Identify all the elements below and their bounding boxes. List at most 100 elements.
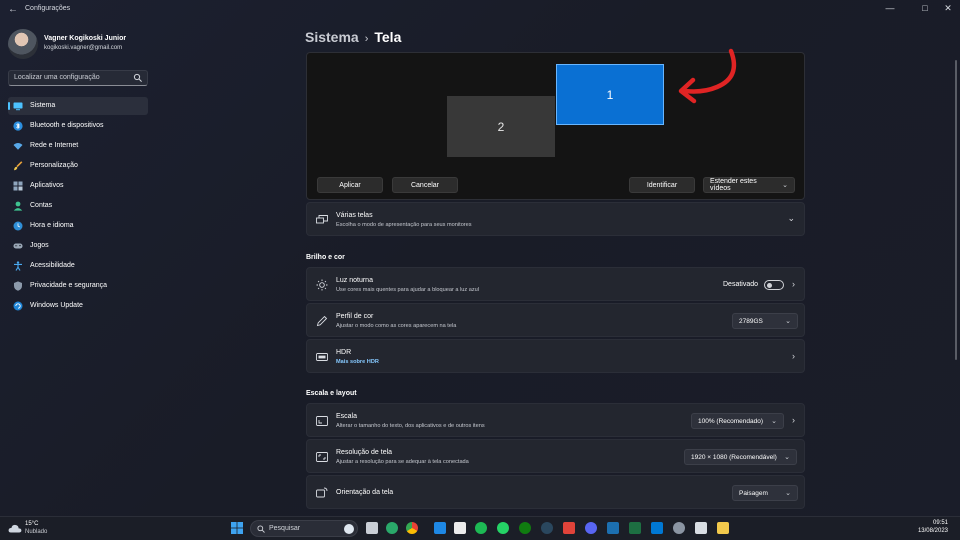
spotify-icon[interactable] [475,522,487,534]
vscode-blue-icon[interactable] [651,522,663,534]
sidebar-item-label: Sistema [30,102,56,109]
shield-icon [14,281,22,291]
back-arrow-icon[interactable]: ← [6,4,20,16]
scale-value: 100% (Recomendado) [698,417,764,425]
cancel-button[interactable]: Cancelar [392,177,458,193]
windows-start-icon[interactable] [231,522,243,534]
game-icon[interactable] [563,522,575,534]
person-icon [13,201,23,211]
clock-time: 09:51 [932,520,948,526]
chevron-down-icon: ⌄ [785,490,791,497]
monitor-icon [13,102,23,111]
resolution-card[interactable]: Resolução de tela Ajustar a resolução pa… [306,439,805,473]
sidebar-item-aplicativos[interactable]: Aplicativos [8,177,148,195]
night-light-title: Luz noturna [336,277,373,284]
sidebar-item-windows-update[interactable]: Windows Update [8,297,148,315]
sidebar-item-label: Acessibilidade [30,262,75,269]
system-clock[interactable]: 09:51 13/08/2023 [918,520,948,534]
orientation-card[interactable]: Orientação da tela Paisagem ⌄ [306,475,805,509]
minimize-button[interactable]: — [883,3,897,13]
color-profile-card[interactable]: Perfil de cor Ajustar o modo como as cor… [306,303,805,337]
breadcrumb-separator-icon: › [364,33,369,45]
chrome-icon[interactable] [406,522,418,534]
page-title: Tela [374,29,402,45]
sidebar-item-bluetooth[interactable]: Bluetooth e dispositivos [8,117,148,135]
discord-icon[interactable] [585,522,597,534]
close-button[interactable]: ✕ [941,3,955,14]
sidebar-item-label: Personalização [30,162,78,169]
sidebar-item-acessibilidade[interactable]: Acessibilidade [8,257,148,275]
weather-temperature: 15°C [25,521,39,527]
color-profile-value: 2789GS [739,317,763,325]
pen-icon [316,315,328,327]
windows-update-icon [13,301,23,311]
multiple-monitors-icon [316,215,328,224]
taskbar-search[interactable]: Pesquisar [250,520,358,537]
sidebar-item-privacidade[interactable]: Privacidade e segurança [8,277,148,295]
globe-clock-icon [13,221,23,231]
clock-date: 13/08/2023 [917,528,948,534]
taskbar: 15°C Nublado Pesquisar 09:51 13/08/2023 [0,516,960,540]
scale-select[interactable]: 100% (Recomendado) ⌄ [691,413,784,429]
sidebar-item-sistema[interactable]: Sistema [8,97,148,115]
sidebar-item-label: Privacidade e segurança [30,282,108,289]
identify-button[interactable]: Identificar [629,177,695,193]
apps-icon [13,181,23,191]
scale-title: Escala [336,413,358,420]
excel-icon[interactable] [629,522,641,534]
whatsapp-icon[interactable] [497,522,509,534]
breadcrumb-parent[interactable]: Sistema [305,29,359,45]
multiple-displays-card[interactable]: Várias telas Escolha o modo de apresenta… [306,202,805,236]
scale-card[interactable]: Escala Alterar o tamanho do texto, dos a… [306,403,805,437]
sidebar-item-label: Bluetooth e dispositivos [30,122,104,129]
copilot-icon [344,524,354,534]
hdr-icon [316,353,328,361]
sidebar-item-rede[interactable]: Rede e Internet [8,137,148,155]
extend-displays-select[interactable]: Estender estes vídeos ⌄ [703,177,795,193]
resolution-select[interactable]: 1920 × 1080 (Recomendável) ⌄ [684,449,797,465]
sidebar-item-jogos[interactable]: Jogos [8,237,148,255]
settings-search-input[interactable]: Localizar uma configuração [8,70,148,86]
chevron-down-icon: ⌄ [785,318,791,325]
chevron-down-icon: ⌄ [782,182,788,189]
night-light-card[interactable]: Luz noturna Use cores mais quentes para … [306,267,805,301]
sidebar-item-label: Jogos [30,242,49,249]
xbox-icon[interactable] [519,522,531,534]
user-profile[interactable]: Vagner Kogikoski Junior kogikoski.vagner… [8,29,148,61]
color-profile-select[interactable]: 2789GS ⌄ [732,313,798,329]
steam-icon[interactable] [541,522,553,534]
night-light-toggle[interactable] [764,280,784,290]
folder-icon[interactable] [717,522,729,534]
orientation-value: Paisagem [739,489,768,497]
scale-icon [316,416,328,426]
sidebar-item-contas[interactable]: Contas [8,197,148,215]
hdr-card[interactable]: HDR Mais sobre HDR › [306,339,805,373]
vscode-icon[interactable] [434,522,446,534]
search-placeholder: Localizar uma configuração [14,74,100,81]
hdr-title: HDR [336,349,352,356]
apply-button[interactable]: Aplicar [317,177,383,193]
hdr-learn-more-link[interactable]: Mais sobre HDR [336,359,379,365]
monitor-1[interactable]: 1 [556,64,664,125]
settings-icon[interactable] [673,522,685,534]
display-arrangement-panel: 2 1 Aplicar Cancelar Identificar Estende… [306,48,805,200]
bluetooth-icon [13,121,23,131]
weather-widget[interactable]: 15°C Nublado [8,521,68,539]
orientation-select[interactable]: Paisagem ⌄ [732,485,798,501]
orientation-title: Orientação da tela [336,489,394,496]
snipping-icon[interactable] [695,522,707,534]
edge-icon[interactable] [386,522,398,534]
kanban-icon[interactable] [607,522,619,534]
maximize-button[interactable]: □ [918,3,932,13]
notion-icon[interactable] [454,522,466,534]
scrollbar[interactable] [955,60,957,360]
sidebar-item-hora-idioma[interactable]: Hora e idioma [8,217,148,235]
chevron-right-icon: › [792,279,795,289]
color-profile-subtitle: Ajustar o modo como as cores aparecem na… [336,323,457,329]
wifi-icon [13,143,23,150]
sidebar-item-personalizacao[interactable]: Personalização [8,157,148,175]
resolution-subtitle: Ajustar a resolução para se adequar à te… [336,459,469,465]
task-view-icon[interactable] [366,522,378,534]
night-light-state: Desativado [723,281,759,288]
monitor-2[interactable]: 2 [447,96,555,157]
